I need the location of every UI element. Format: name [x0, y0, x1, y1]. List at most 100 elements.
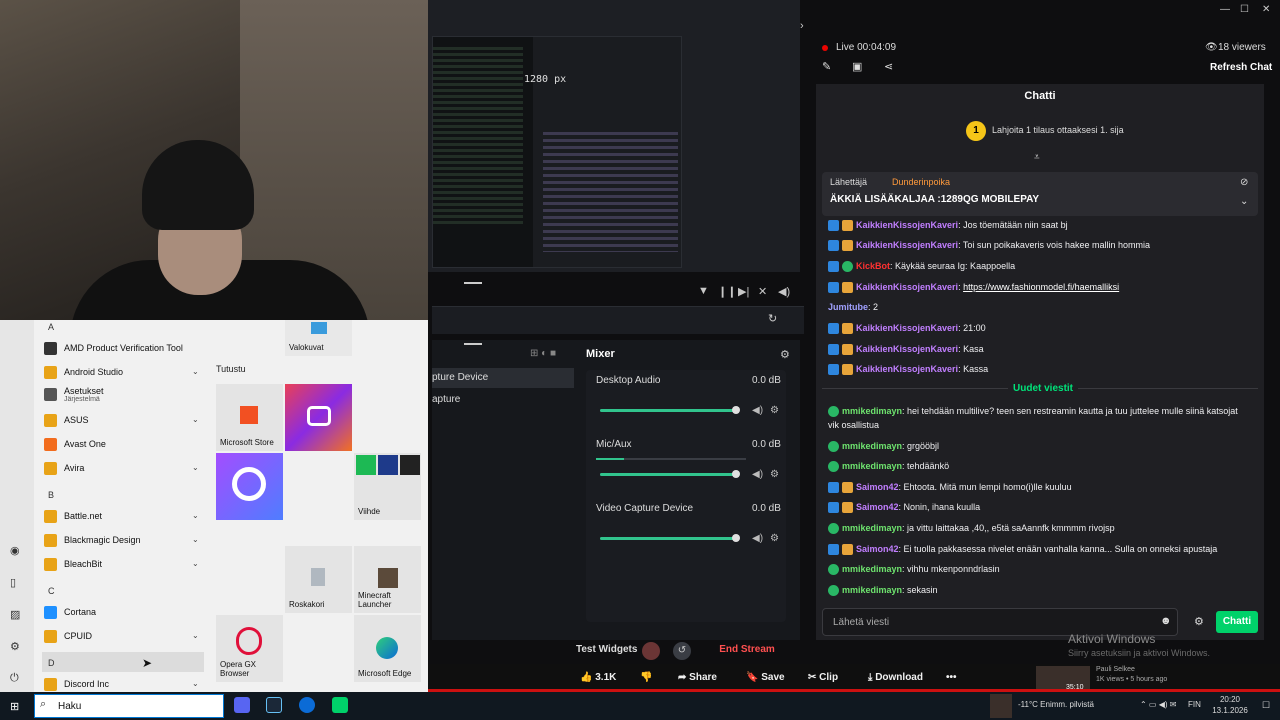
filter-icon[interactable]: ▼ — [698, 285, 709, 297]
tile-viihde[interactable]: Viihde — [354, 453, 421, 520]
chat-username[interactable]: Jumitube — [828, 302, 868, 312]
chevron-down-icon[interactable]: ⌄ — [192, 535, 199, 544]
download-button[interactable]: ⤓ Download — [868, 668, 923, 688]
chat-username[interactable]: mmikedimayn — [842, 441, 902, 451]
share-button[interactable]: ➦ Share — [678, 668, 717, 688]
start-app-item[interactable]: Cortana — [44, 604, 204, 624]
picture-icon[interactable]: ▨ — [10, 608, 20, 621]
windows-start-icon[interactable]: ⊞ — [10, 700, 19, 713]
save-button[interactable]: 🔖 Save — [746, 668, 785, 688]
next-icon[interactable]: ▶| — [738, 285, 749, 298]
section-letter[interactable]: D — [48, 658, 55, 668]
discord-icon[interactable] — [234, 697, 250, 713]
start-app-item[interactable]: AMD Product Verification Tool — [44, 340, 204, 360]
tile-valokuvat[interactable]: Valokuvat — [285, 320, 352, 356]
widget-test-button[interactable] — [642, 642, 660, 660]
gear-icon[interactable]: ⚙ — [770, 533, 779, 544]
tile-roskakori[interactable]: Roskakori — [285, 546, 352, 613]
close-icon[interactable]: ✕ — [1262, 4, 1270, 15]
speaker-icon[interactable]: ◀) — [752, 469, 763, 480]
tile-microsoft-edge[interactable]: Microsoft Edge — [354, 615, 421, 682]
gear-icon[interactable]: ⚙ — [780, 348, 790, 361]
expand-chevron-icon[interactable]: › — [800, 20, 804, 32]
chat-username[interactable]: mmikedimayn — [842, 461, 902, 471]
tray-icons[interactable]: ⌃ ▭ ◀) ✉ — [1140, 700, 1176, 709]
chevron-down-icon[interactable]: ⌄ — [192, 559, 199, 568]
end-stream-button[interactable]: End Stream — [702, 640, 792, 660]
document-icon[interactable]: ▯ — [10, 576, 16, 589]
section-letter[interactable]: B — [48, 490, 54, 500]
steam-icon[interactable] — [266, 697, 282, 713]
section-letter-highlight[interactable] — [42, 652, 204, 672]
tile-camera[interactable] — [285, 384, 352, 451]
pause-icon[interactable]: ❙❙ — [718, 285, 736, 298]
history-icon[interactable]: ↺ — [673, 642, 691, 660]
chat-username[interactable]: Saimon42 — [856, 502, 899, 512]
channel-name[interactable]: Pauli Selkee — [1096, 665, 1167, 675]
start-app-item[interactable]: Avira ⌄ — [44, 460, 204, 480]
clip-button[interactable]: ✂ Clip — [808, 668, 838, 688]
start-app-item[interactable]: Asetukset Järjestelmä — [44, 386, 204, 406]
volume-slider[interactable] — [600, 406, 740, 414]
language-indicator[interactable]: FIN — [1188, 700, 1201, 709]
start-app-item[interactable]: Battle.net ⌄ — [44, 508, 204, 528]
chat-link[interactable]: https://www.fashionmodel.fi/haemalliksi — [963, 282, 1119, 292]
tile-minecraft-launcher[interactable]: Minecraft Launcher — [354, 546, 421, 613]
chevron-down-icon[interactable]: ⌄ — [192, 511, 199, 520]
more-options-button[interactable]: ••• — [946, 668, 957, 688]
drag-handle-2[interactable] — [464, 343, 482, 345]
power-icon[interactable]: ⏻ — [10, 672, 19, 685]
edge-taskbar-icon[interactable] — [299, 697, 315, 713]
gear-icon[interactable]: ⚙ — [770, 469, 779, 480]
chat-username[interactable]: KaikkienKissojenKaveri — [856, 344, 958, 354]
scene-item[interactable]: apture — [432, 390, 574, 410]
collapse-icon[interactable]: ⩡ — [1034, 152, 1040, 163]
chevron-down-icon[interactable]: ⌄ — [1240, 196, 1248, 207]
volume-slider[interactable] — [600, 534, 740, 542]
mute-icon[interactable]: ✕ — [758, 285, 767, 298]
tile-opera-gx[interactable]: Opera GX Browser — [216, 615, 283, 682]
notification-icon[interactable]: ☐ — [1262, 700, 1270, 711]
mixer-layout-icon[interactable]: ⊞ ◐ ■ — [530, 348, 556, 359]
like-button[interactable]: 👍 3.1K — [580, 668, 616, 688]
unpin-icon[interactable]: ⊘ — [1240, 177, 1248, 188]
start-app-item[interactable]: BleachBit ⌄ — [44, 556, 204, 576]
chat-settings-icon[interactable]: ⚙ — [1194, 615, 1204, 628]
section-letter[interactable]: C — [48, 586, 55, 596]
settings-icon[interactable]: ⚙ — [10, 640, 20, 653]
refresh-icon[interactable]: ↻ — [768, 312, 777, 325]
weather-text[interactable]: -11°C Enimm. pilvistä — [1018, 700, 1094, 709]
chat-username[interactable]: mmikedimayn — [842, 406, 902, 416]
start-app-item[interactable]: Blackmagic Design ⌄ — [44, 532, 204, 552]
emoji-icon[interactable]: ☻ — [1160, 615, 1172, 627]
chat-username[interactable]: mmikedimayn — [842, 523, 902, 533]
share-icon[interactable]: ⋖ — [884, 60, 893, 73]
minimize-icon[interactable]: — — [1220, 4, 1230, 15]
section-letter[interactable]: A — [48, 322, 54, 332]
clock[interactable]: 20:20 13.1.2026 — [1208, 694, 1252, 716]
speaker-icon[interactable]: ◀) — [752, 533, 763, 544]
dislike-button[interactable]: 👎 — [640, 668, 652, 688]
tile-picsart[interactable] — [216, 453, 283, 520]
volume-slider[interactable] — [600, 470, 740, 478]
chat-username[interactable]: KaikkienKissojenKaveri — [856, 240, 958, 250]
chat-username[interactable]: KaikkienKissojenKaveri — [856, 282, 958, 292]
kick-icon[interactable] — [332, 697, 348, 713]
copy-icon[interactable]: ▣ — [852, 60, 862, 73]
sub-gift-text[interactable]: Lahjoita 1 tilaus ottaaksesi 1. sija — [992, 125, 1124, 135]
chat-username[interactable]: mmikedimayn — [842, 585, 902, 595]
refresh-chat-button[interactable]: Refresh Chat — [1210, 62, 1272, 73]
pinned-username[interactable]: Dunderinpoika — [892, 177, 950, 187]
start-app-item[interactable]: CPUID ⌄ — [44, 628, 204, 648]
user-icon[interactable]: ◉ — [10, 544, 20, 557]
chat-username[interactable]: KaikkienKissojenKaveri — [856, 323, 958, 333]
chat-username[interactable]: Saimon42 — [856, 544, 899, 554]
chat-username[interactable]: mmikedimayn — [842, 564, 902, 574]
chevron-down-icon[interactable]: ⌄ — [192, 631, 199, 640]
drag-handle[interactable] — [464, 282, 482, 284]
gear-icon[interactable]: ⚙ — [770, 405, 779, 416]
chevron-down-icon[interactable]: ⌄ — [192, 679, 199, 688]
volume-icon[interactable]: ◀) — [778, 285, 790, 298]
chevron-down-icon[interactable]: ⌄ — [192, 367, 199, 376]
chat-username[interactable]: Saimon42 — [856, 482, 899, 492]
